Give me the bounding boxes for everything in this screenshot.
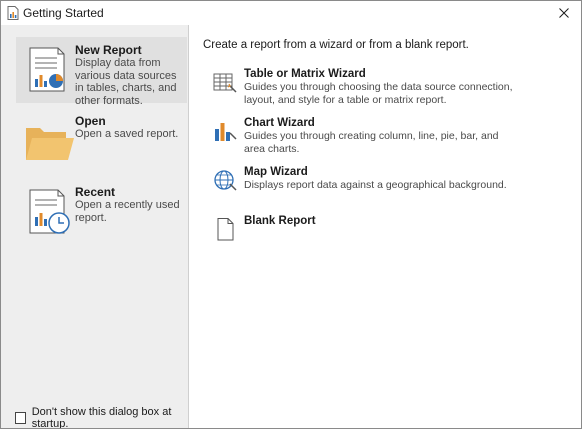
sidebar-item-recent[interactable]: Recent Open a recently used report. [16,179,187,245]
sidebar-item-description: Open a recently used report. [75,199,180,224]
window-title: Getting Started [23,6,104,20]
startup-checkbox-label: Don't show this dialog box at startup. [31,406,172,429]
map-wizard-icon [214,170,237,191]
blank-report-icon [217,218,234,241]
sidebar-item-description: Display data from various data sources i… [75,57,177,107]
startup-checkbox[interactable] [15,412,26,424]
sidebar-item-new-report[interactable]: New Report Display data from various dat… [16,37,187,107]
sidebar-item-title: Open [75,114,106,128]
table-wizard-icon [213,73,237,93]
title-bar: Getting Started [1,1,581,25]
new-report-icon [29,47,65,92]
startup-checkbox-row[interactable]: Don't show this dialog box at startup. [15,406,188,429]
chart-wizard-icon [215,123,237,141]
close-button[interactable] [547,1,581,25]
close-icon [559,8,569,18]
sidebar-item-open[interactable]: Open Open a saved report. [16,108,187,174]
sidebar-item-title: New Report [75,43,142,57]
option-table-matrix-wizard[interactable]: Table or Matrix Wizard Guides you throug… [213,68,573,106]
app-icon [7,6,19,20]
option-description: Guides you through creating column, line… [244,130,499,155]
getting-started-dialog: Getting Started New Report Display data … [0,0,582,429]
folder-icon [26,128,74,160]
option-map-wizard[interactable]: Map Wizard Displays report data against … [213,166,573,202]
intro-text: Create a report from a wizard or from a … [203,39,469,51]
sidebar-item-description: Open a saved report. [75,128,179,140]
option-description: Guides you through choosing the data sou… [244,81,513,106]
option-description: Displays report data against a geographi… [244,179,507,191]
sidebar-item-title: Recent [75,185,116,199]
option-title: Blank Report [244,215,316,227]
option-blank-report[interactable]: Blank Report [213,215,573,243]
option-chart-wizard[interactable]: Chart Wizard Guides you through creating… [213,117,573,155]
sidebar: New Report Display data from various dat… [1,25,189,428]
option-title: Table or Matrix Wizard [244,68,366,80]
main-panel: Create a report from a wizard or from a … [189,25,581,428]
option-title: Map Wizard [244,166,308,178]
recent-report-icon [29,189,70,234]
option-title: Chart Wizard [244,117,315,129]
